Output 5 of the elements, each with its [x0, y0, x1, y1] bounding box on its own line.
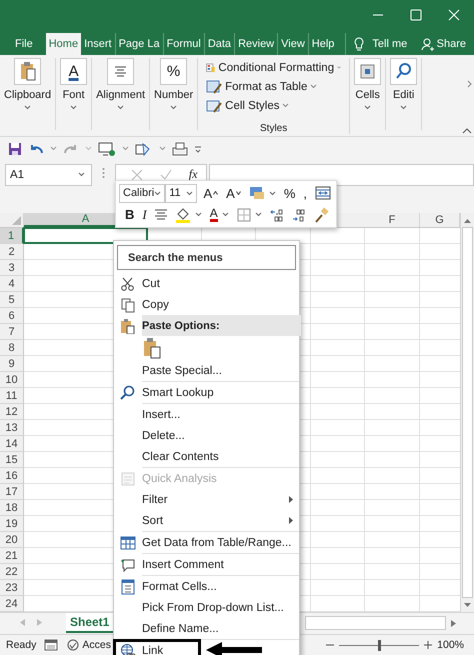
group-label: Styles	[260, 123, 288, 134]
number-icon: %	[160, 58, 188, 85]
status-text: Ready	[6, 639, 36, 651]
font-icon: A	[60, 58, 88, 85]
menu-section-header: Paste Options:	[142, 315, 301, 336]
